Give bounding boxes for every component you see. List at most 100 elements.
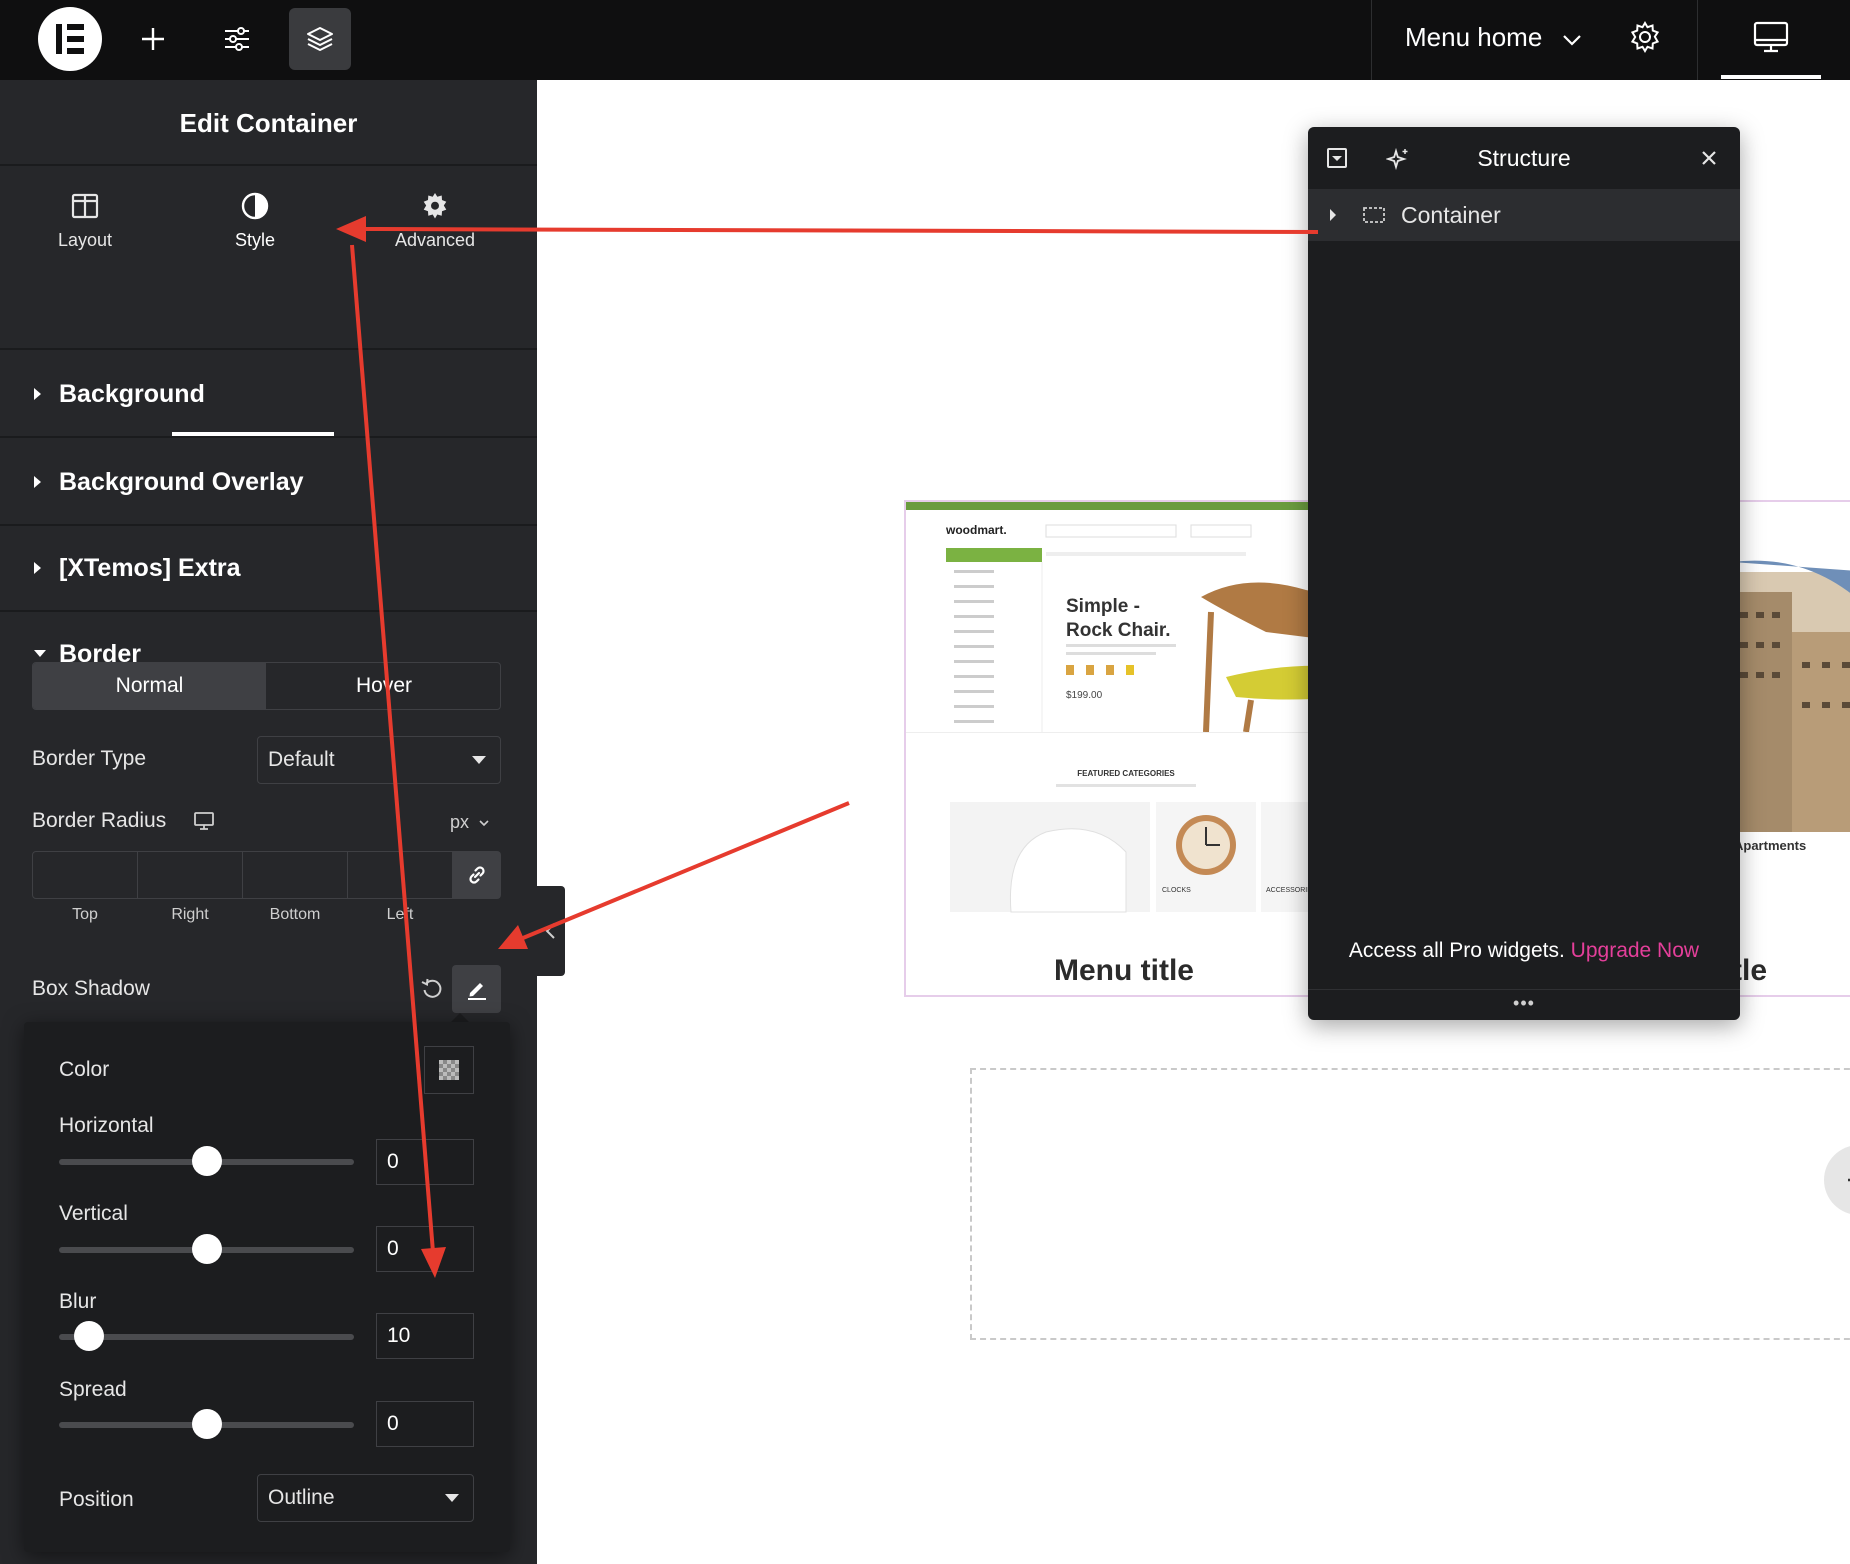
- panel-tabs: Layout Style Advanced: [0, 168, 537, 436]
- border-radius-label: Border Radius: [32, 809, 167, 832]
- plus-icon: [142, 28, 164, 50]
- spread-label: Spread: [59, 1378, 127, 1401]
- site-settings-button[interactable]: [206, 8, 268, 70]
- add-section-button[interactable]: [1824, 1145, 1850, 1215]
- caret-right-icon: [34, 562, 41, 574]
- border-type-select[interactable]: Default: [257, 736, 501, 784]
- tab-style[interactable]: Style: [170, 168, 340, 350]
- section-title: Background: [59, 380, 205, 408]
- sliders-icon: [225, 27, 249, 51]
- structure-item-label: Container: [1401, 202, 1501, 228]
- chevron-left-icon: [545, 923, 555, 939]
- menu-card-title[interactable]: tle: [1732, 954, 1850, 988]
- half-circle-icon: [241, 192, 269, 220]
- position-select[interactable]: Outline: [257, 1474, 474, 1522]
- link-icon: [468, 866, 485, 884]
- desktop-device-icon[interactable]: [1752, 20, 1790, 54]
- section-background[interactable]: Background: [0, 350, 537, 438]
- upgrade-now-link[interactable]: Upgrade Now: [1571, 939, 1699, 962]
- transparent-swatch-icon: [439, 1060, 459, 1080]
- caret-right-icon: [34, 388, 41, 400]
- dropdown-arrow-icon: [472, 756, 486, 764]
- unit-value: px: [450, 812, 470, 832]
- structure-panel: Structure Container Access all Pro widge…: [1308, 127, 1740, 1020]
- slider-handle[interactable]: [192, 1146, 222, 1176]
- apartments-preview-image: Apartments: [1732, 502, 1850, 922]
- spread-slider[interactable]: [59, 1409, 354, 1439]
- topbar-divider: [1697, 0, 1698, 80]
- more-options-icon[interactable]: •••: [1308, 993, 1740, 1014]
- preview-hero-title: Rock Chair.: [1066, 620, 1171, 641]
- tab-label: Layout: [57, 230, 113, 250]
- position-label: Position: [59, 1488, 134, 1511]
- state-normal-button[interactable]: Normal: [33, 663, 266, 709]
- caret-down-icon: [34, 650, 46, 657]
- preview-hero-title: Simple -: [1066, 596, 1140, 617]
- border-type-label: Border Type: [32, 747, 147, 770]
- select-value: Default: [268, 748, 335, 771]
- unit-selector[interactable]: px: [450, 812, 490, 833]
- pro-upgrade-notice: Access all Pro widgets. Upgrade Now: [1308, 939, 1740, 963]
- border-state-toggle: Normal Hover: [32, 662, 501, 710]
- device-active-indicator: [1721, 75, 1821, 79]
- menu-card[interactable]: woodmart. Simple - Rock Chair. $199.00 F…: [904, 500, 1344, 997]
- vertical-input[interactable]: 0: [376, 1226, 474, 1272]
- responsive-desktop-icon[interactable]: [193, 811, 215, 831]
- preview-price: $199.00: [1066, 690, 1103, 701]
- preview-category-label: CLOCKS: [1162, 887, 1191, 894]
- edit-box-shadow-button[interactable]: [452, 965, 501, 1013]
- add-element-button[interactable]: [122, 8, 184, 70]
- menu-card-title[interactable]: Menu title: [906, 954, 1342, 988]
- dim-label-left: Left: [386, 906, 414, 923]
- panel-collapse-handle[interactable]: [537, 886, 565, 976]
- box-shadow-label: Box Shadow: [32, 977, 150, 1000]
- dropdown-arrow-icon: [445, 1494, 459, 1502]
- tab-advanced[interactable]: Advanced: [350, 168, 520, 350]
- structure-item-container[interactable]: Container: [1308, 189, 1740, 241]
- reset-icon[interactable]: [420, 977, 444, 1001]
- select-value: Outline: [268, 1486, 335, 1509]
- chevron-down-icon[interactable]: [1560, 28, 1584, 52]
- slider-handle[interactable]: [74, 1321, 104, 1351]
- columns-icon: [71, 193, 99, 219]
- vertical-slider[interactable]: [59, 1234, 354, 1264]
- radius-left-input[interactable]: [347, 851, 453, 899]
- horizontal-input[interactable]: 0: [376, 1139, 474, 1185]
- page-title[interactable]: Menu home: [1405, 0, 1542, 80]
- blur-slider[interactable]: [59, 1321, 354, 1351]
- gear-icon: [423, 193, 447, 219]
- woodmart-demo-preview-image: woodmart. Simple - Rock Chair. $199.00 F…: [906, 502, 1342, 922]
- caret-right-icon[interactable]: [1328, 207, 1338, 223]
- plus-icon: [1848, 1178, 1850, 1182]
- state-hover-button[interactable]: Hover: [267, 663, 500, 709]
- section-title: Background Overlay: [59, 468, 304, 496]
- tab-layout[interactable]: Layout: [0, 168, 170, 350]
- spread-input[interactable]: 0: [376, 1401, 474, 1447]
- slider-handle[interactable]: [192, 1234, 222, 1264]
- horizontal-slider[interactable]: [59, 1146, 354, 1176]
- elementor-logo-icon[interactable]: [38, 7, 102, 71]
- color-picker-swatch[interactable]: [424, 1046, 474, 1094]
- slider-handle[interactable]: [192, 1409, 222, 1439]
- container-icon: [1363, 207, 1385, 223]
- arrow-to-edit-shadow: [522, 801, 850, 940]
- link-values-button[interactable]: [452, 851, 501, 899]
- menu-card-partial[interactable]: Apartments tle: [1730, 500, 1850, 997]
- close-icon[interactable]: [1700, 149, 1718, 167]
- radius-top-input[interactable]: [32, 851, 138, 899]
- section-xtemos-extra[interactable]: [XTemos] Extra: [0, 524, 537, 612]
- structure-footer-divider: [1308, 989, 1740, 990]
- vertical-label: Vertical: [59, 1202, 128, 1225]
- empty-container-dropzone[interactable]: [970, 1068, 1850, 1340]
- radius-right-input[interactable]: [137, 851, 243, 899]
- structure-toggle-button[interactable]: [289, 8, 351, 70]
- radius-bottom-input[interactable]: [242, 851, 348, 899]
- chevron-down-icon: [479, 820, 489, 827]
- preview-featured-title: FEATURED CATEGORIES: [1077, 769, 1175, 778]
- structure-header: Structure: [1308, 127, 1740, 189]
- layers-icon: [307, 27, 333, 51]
- box-shadow-popover: Color Horizontal 0 Vertical 0 Blur 10 Sp…: [24, 1022, 510, 1552]
- page-settings-gear-icon[interactable]: [1628, 20, 1662, 54]
- blur-input[interactable]: 10: [376, 1313, 474, 1359]
- section-background-overlay[interactable]: Background Overlay: [0, 438, 537, 526]
